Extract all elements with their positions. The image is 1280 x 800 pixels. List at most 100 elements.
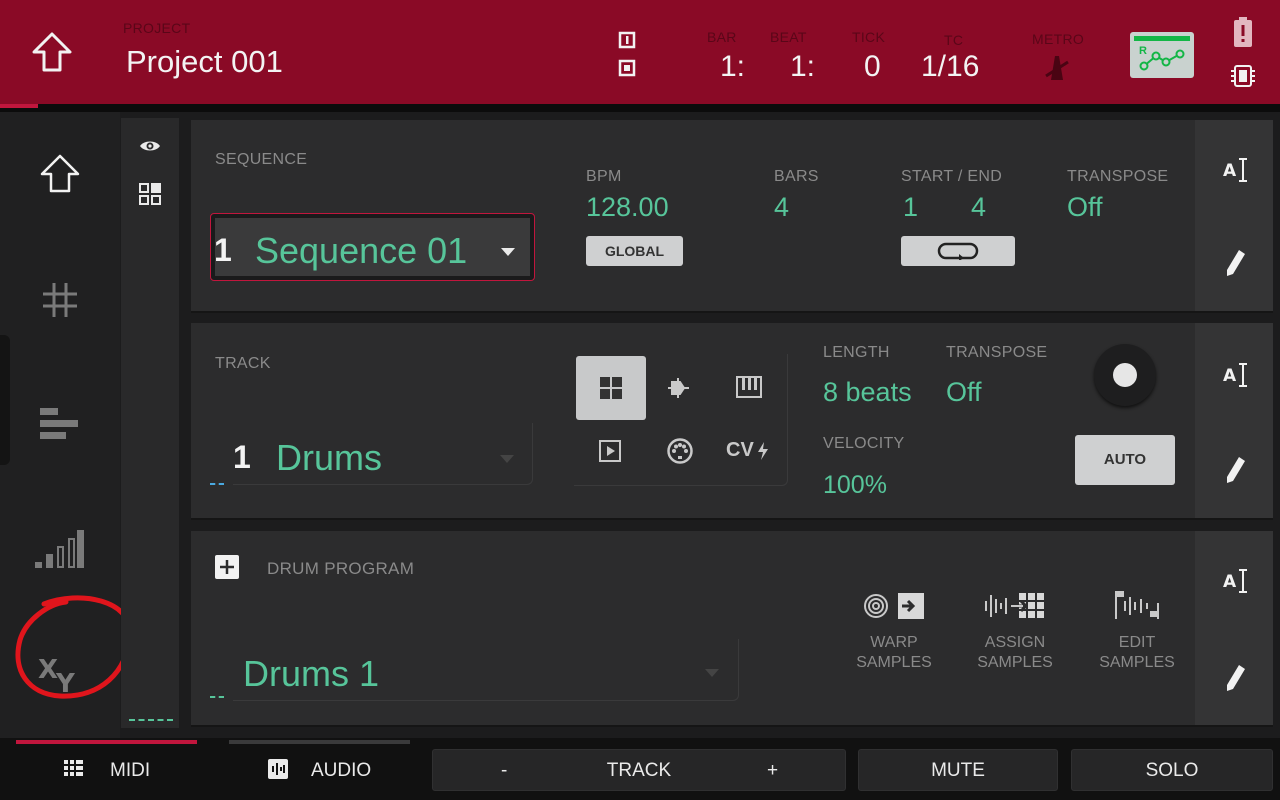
program-label: DRUM PROGRAM [267,559,415,578]
bars-value[interactable]: 4 [774,192,789,223]
home-icon[interactable] [28,30,76,76]
midi-port-icon[interactable] [667,438,693,464]
drum-pads-icon [600,377,622,399]
seq-transpose-value[interactable]: Off [1067,192,1103,223]
rename-icon[interactable]: A [1223,569,1249,593]
nav-mixer-icon[interactable] [35,530,85,570]
track-panel: TRACK 1 Drums CV LENGTH 8 beats TRANSPOS… [191,323,1273,520]
rename-icon[interactable]: A [1223,158,1249,182]
solo-button[interactable]: SOLO [1071,749,1273,791]
rename-icon[interactable]: A [1223,363,1249,387]
chevron-down-icon [500,455,514,465]
track-label: TRACK [215,355,271,372]
record-arm-button[interactable] [1094,344,1156,406]
midi-tab[interactable]: MIDI [110,760,150,782]
clip-icon[interactable] [599,440,621,462]
program-color-indicator [210,696,224,698]
edit-pencil-icon[interactable] [1225,455,1247,485]
track-selector: - TRACK + [432,749,846,791]
track-type-drum[interactable] [576,356,646,420]
sequence-dropdown[interactable]: 1 Sequence 01 [210,213,535,281]
track-dropdown[interactable]: 1 Drums [233,423,533,485]
track-minus-button[interactable]: - [501,750,507,792]
tick-value[interactable]: 0 [864,50,881,84]
start-end-label: START / END [901,168,1003,185]
nav-song-icon[interactable] [40,406,80,442]
project-name[interactable]: Project 001 [126,44,283,80]
end-value[interactable]: 4 [971,192,986,223]
track-plus-button[interactable]: + [767,750,778,792]
automation-status-bar [1134,36,1190,41]
loop-icon [937,242,979,260]
auto-button[interactable]: AUTO [1075,435,1175,485]
loop-button[interactable] [901,236,1015,266]
chevron-down-icon [705,669,719,679]
sequence-number: 1 [214,232,232,268]
beat-value[interactable]: 1: [790,50,815,84]
automation-button[interactable]: R [1130,32,1194,78]
warp-icon [864,593,924,619]
track-number: 1 [233,439,251,475]
cv-label: CV [726,439,754,461]
length-value[interactable]: 8 beats [823,377,912,408]
plus-icon [220,560,234,574]
plugin-icon[interactable] [666,376,690,400]
top-bar: PROJECT Project 001 BAR 1: BEAT 1: TICK … [0,0,1280,104]
program-dropdown[interactable]: Drums 1 [233,639,739,701]
program-side: A [1195,531,1273,725]
battery-warning-icon [1233,17,1253,47]
track-transpose-value[interactable]: Off [946,377,982,408]
metro-label: METRO [1032,31,1085,47]
sequence-name: Sequence 01 [255,230,468,271]
sequence-label: SEQUENCE [215,151,308,168]
track-type-grid: CV [574,354,788,486]
layout-toggle-icon[interactable] [618,30,638,82]
length-label: LENGTH [823,344,890,361]
edit-samples-button[interactable]: EDIT SAMPLES [1089,585,1185,675]
eye-icon[interactable] [139,138,161,154]
bar-value[interactable]: 1: [720,50,745,84]
svg-text:A: A [1223,572,1237,592]
pads-view-icon[interactable] [139,183,161,205]
header-divider [0,104,1280,112]
edit-pencil-icon[interactable] [1225,663,1247,693]
automation-curve-icon [1139,49,1185,71]
add-program-button[interactable] [215,555,239,579]
audio-tab[interactable]: AUDIO [311,760,371,782]
audio-tab-indicator [229,740,410,744]
bpm-value[interactable]: 128.00 [586,192,669,223]
track-name: Drums [276,437,382,478]
nav-drawer-handle[interactable] [0,335,10,465]
mute-button[interactable]: MUTE [858,749,1058,791]
track-side: A [1195,323,1273,518]
tick-label: TICK [852,29,886,45]
nav-main-icon[interactable] [38,154,82,194]
velocity-value[interactable]: 100% [823,471,887,500]
warp-samples-button[interactable]: WARP SAMPLES [846,585,942,675]
midi-keys-icon [64,760,84,780]
red-annotation-circle [14,594,134,704]
metronome-icon[interactable] [1042,52,1072,82]
sequence-panel: SEQUENCE 1 Sequence 01 BPM 128.00 GLOBAL… [191,120,1273,313]
tc-value[interactable]: 1/16 [921,50,979,84]
bars-label: BARS [774,168,819,185]
seq-transpose-label: TRANSPOSE [1067,168,1169,185]
sequence-side: A [1195,120,1273,311]
cv-icon[interactable]: CV [726,439,770,463]
assign-samples-button[interactable]: ASSIGN SAMPLES [967,585,1063,675]
nav-grid-icon[interactable] [42,282,78,318]
storage-icon[interactable] [1230,63,1256,89]
svg-text:A: A [1223,161,1237,181]
tc-label: TC [944,32,964,48]
header-accent [0,104,38,108]
svg-text:A: A [1223,366,1237,386]
edit-pencil-icon[interactable] [1225,248,1247,278]
view-strip [121,118,179,728]
midi-tab-indicator [16,740,197,744]
global-button[interactable]: GLOBAL [586,236,683,266]
track-color-indicator [210,483,224,485]
start-value[interactable]: 1 [903,192,918,223]
audio-wave-icon [268,759,288,779]
assign-label: ASSIGN SAMPLES [977,634,1053,671]
keygroup-icon[interactable] [736,376,762,398]
